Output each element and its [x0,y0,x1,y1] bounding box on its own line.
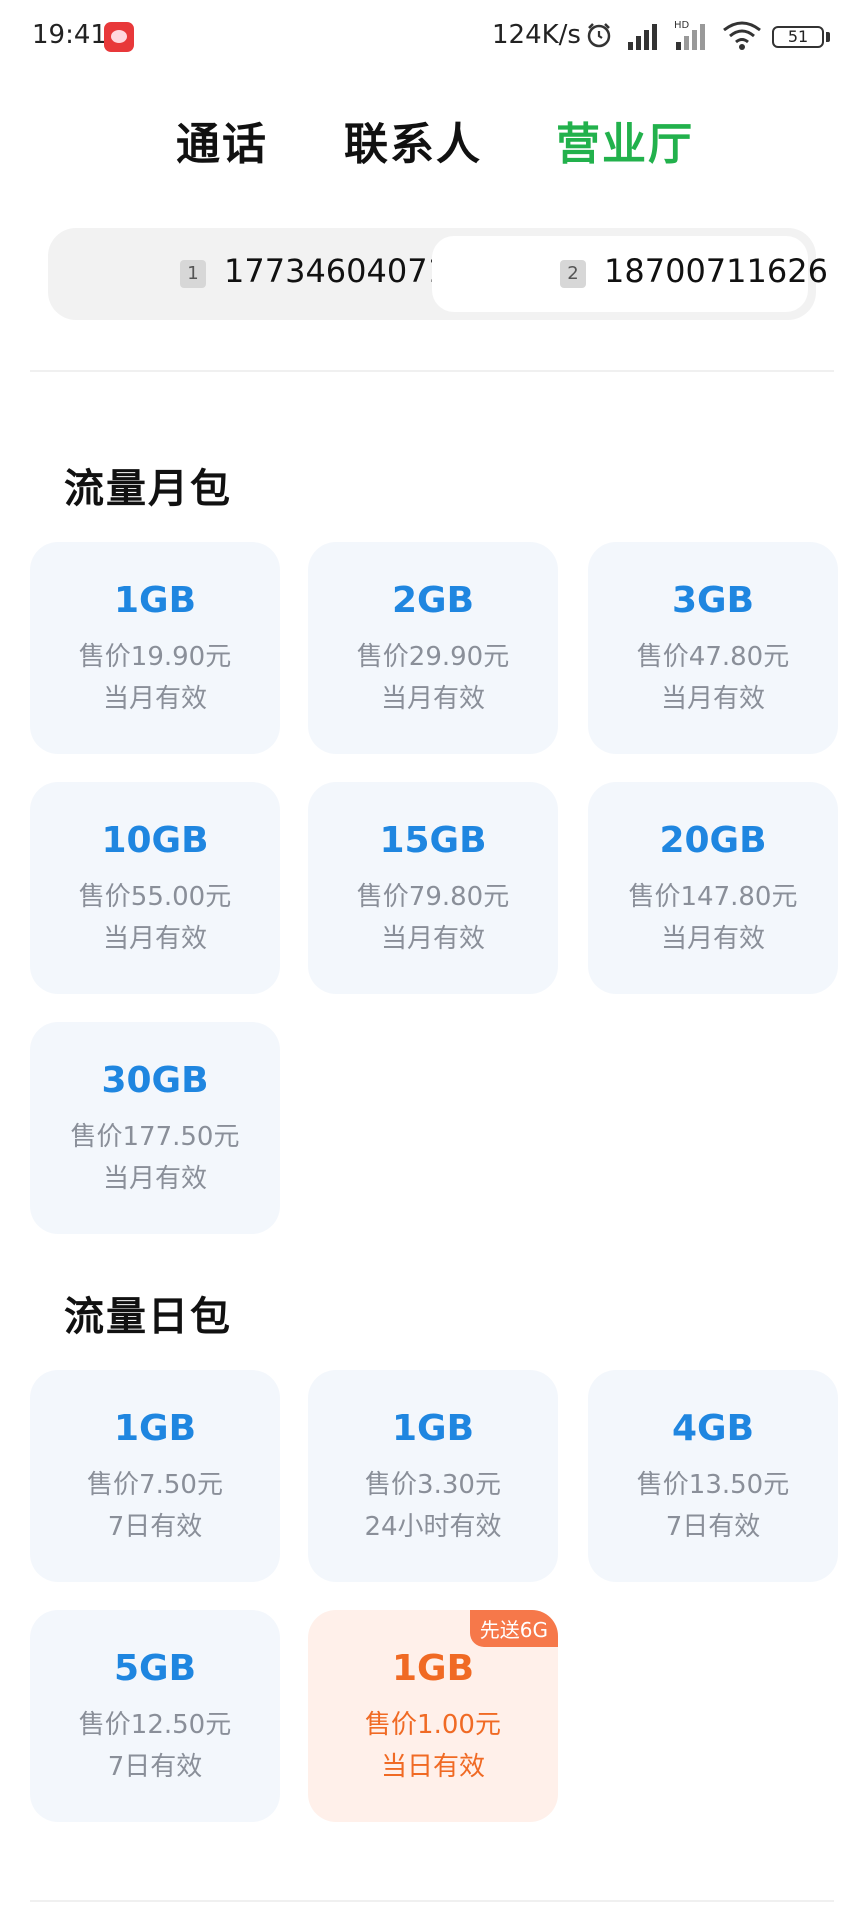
package-card[interactable]: 10GB 售价55.00元 当月有效 [30,782,280,994]
sim-option-2[interactable]: 2 18700711626 [432,236,828,312]
hd-signal-icon: HD [674,20,705,50]
promo-badge: 先送6G [469,1610,558,1647]
signal-icon [628,24,657,50]
package-card[interactable]: 1GB 售价7.50元 7日有效 [30,1370,280,1582]
package-validity: 7日有效 [665,1512,761,1542]
package-validity: 24小时有效 [364,1512,502,1542]
package-validity: 当月有效 [102,684,207,714]
sim-selector: 1 17734604071 2 18700711626 [48,228,828,320]
package-price: 售价13.50元 [636,1470,790,1500]
package-price: 售价19.90元 [78,642,232,672]
wifi-icon [723,21,761,50]
package-price: 售价47.80元 [636,642,790,672]
package-validity: 7日有效 [107,1512,203,1542]
sim-1-badge: 1 [180,260,206,288]
package-validity: 当月有效 [102,924,207,954]
svg-text:HD: HD [674,20,690,31]
package-card[interactable]: 3GB 售价47.80元 当月有效 [588,542,838,754]
package-card[interactable]: 5GB 售价12.50元 7日有效 [30,1610,280,1822]
package-validity: 当月有效 [660,684,765,714]
package-size: 1GB [113,1408,197,1449]
app-notification-icon [104,22,134,52]
package-price: 售价3.30元 [365,1470,501,1500]
package-price: 售价177.50元 [70,1122,240,1152]
top-tabs: 通话 联系人 营业厅 [0,108,864,178]
sim-option-1[interactable]: 1 17734604071 [56,236,448,312]
package-price: 售价1.00元 [365,1710,501,1740]
package-card-promo[interactable]: 先送6G 1GB 售价1.00元 当日有效 [308,1610,558,1822]
status-bar: 19:41 124K/s HD 51 [0,0,864,78]
divider [30,1900,834,1902]
package-card[interactable]: 15GB 售价79.80元 当月有效 [308,782,558,994]
package-validity: 当月有效 [102,1164,207,1194]
package-size: 5GB [113,1648,197,1689]
section-title-monthly: 流量月包 [64,466,232,512]
package-size: 3GB [671,580,755,621]
package-validity: 7日有效 [107,1752,203,1782]
divider [30,370,834,372]
package-size: 1GB [113,580,197,621]
package-price: 售价147.80元 [628,882,798,912]
package-card[interactable]: 30GB 售价177.50元 当月有效 [30,1022,280,1234]
battery-level: 51 [787,27,809,46]
tab-calls[interactable]: 通话 [176,108,268,172]
package-validity: 当月有效 [380,924,485,954]
package-price: 售价7.50元 [87,1470,223,1500]
tab-service-hall[interactable]: 营业厅 [556,108,694,172]
sim-2-number: 18700711626 [604,252,828,290]
package-size: 20GB [659,820,767,861]
package-card[interactable]: 2GB 售价29.90元 当月有效 [308,542,558,754]
package-card[interactable]: 20GB 售价147.80元 当月有效 [588,782,838,994]
battery-tip [826,32,830,42]
package-validity: 当日有效 [380,1752,485,1782]
package-validity: 当月有效 [380,684,485,714]
status-time: 19:41 [32,20,107,50]
network-speed: 124K/s [492,20,581,50]
package-card[interactable]: 1GB 售价19.90元 当月有效 [30,542,280,754]
package-size: 1GB [391,1408,475,1449]
package-price: 售价55.00元 [78,882,232,912]
sim-2-badge: 2 [560,260,586,288]
package-price: 售价29.90元 [356,642,510,672]
package-card[interactable]: 4GB 售价13.50元 7日有效 [588,1370,838,1582]
package-size: 1GB [391,1648,475,1689]
package-card[interactable]: 1GB 售价3.30元 24小时有效 [308,1370,558,1582]
package-size: 10GB [101,820,209,861]
package-size: 4GB [671,1408,755,1449]
sim-1-number: 17734604071 [224,252,448,290]
section-title-daily: 流量日包 [64,1294,232,1340]
package-price: 售价79.80元 [356,882,510,912]
package-price: 售价12.50元 [78,1710,232,1740]
package-validity: 当月有效 [660,924,765,954]
package-size: 2GB [391,580,475,621]
alarm-icon [587,23,611,48]
tab-contacts[interactable]: 联系人 [344,108,482,172]
package-size: 30GB [101,1060,209,1101]
package-size: 15GB [379,820,487,861]
